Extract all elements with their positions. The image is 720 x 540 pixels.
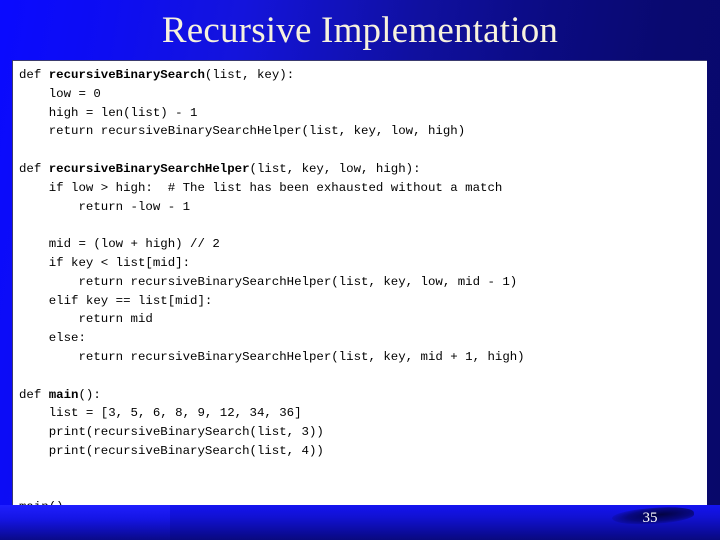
- code-line: print(recursiveBinarySearch(list, 4)): [19, 442, 707, 461]
- code-line: return -low - 1: [19, 198, 707, 217]
- code-text: def: [19, 161, 49, 176]
- code-text: print(recursiveBinarySearch(list, 4)): [19, 443, 324, 458]
- code-text: (list, key):: [204, 68, 295, 82]
- code-line: def recursiveBinarySearch(list, key):: [19, 66, 707, 85]
- code-line: return mid: [19, 310, 707, 329]
- code-text: (list, key, low, high):: [249, 161, 421, 176]
- code-line: if low > high: # The list has been exhau…: [19, 179, 707, 198]
- code-panel: def recursiveBinarySearch(list, key): lo…: [12, 60, 707, 506]
- code-text: ():: [78, 387, 101, 402]
- code-listing: def recursiveBinarySearch(list, key): lo…: [13, 61, 707, 506]
- code-text: return recursiveBinarySearchHelper(list,…: [19, 274, 518, 289]
- page-number: 35: [642, 510, 658, 526]
- code-text: else:: [19, 331, 86, 346]
- code-text: if low > high: # The list has been exhau…: [19, 180, 503, 195]
- code-text: return recursiveBinarySearchHelper(list,…: [19, 124, 466, 139]
- code-text: if key < list[mid]:: [19, 255, 191, 270]
- code-line: low = 0: [19, 85, 707, 104]
- code-line: mid = (low + high) // 2: [19, 235, 707, 254]
- code-line: list = [3, 5, 6, 8, 9, 12, 34, 36]: [19, 404, 707, 423]
- footer-band-left-accent: [0, 505, 170, 540]
- code-line: return recursiveBinarySearchHelper(list,…: [19, 122, 707, 141]
- code-text: elif key == list[mid]:: [19, 293, 213, 308]
- code-text: mid = (low + high) // 2: [19, 237, 220, 252]
- slide-canvas: Recursive Implementation def recursiveBi…: [0, 0, 720, 540]
- function-name: recursiveBinarySearchHelper: [48, 161, 250, 176]
- code-line: else:: [19, 329, 707, 348]
- code-text: print(recursiveBinarySearch(list, 3)): [19, 425, 324, 440]
- function-name: main: [48, 387, 79, 402]
- function-name: recursiveBinarySearch: [48, 68, 205, 82]
- code-text: high = len(list) - 1: [19, 105, 198, 120]
- code-text: return recursiveBinarySearchHelper(list,…: [19, 349, 525, 364]
- code-line: print(recursiveBinarySearch(list, 3)): [19, 423, 707, 442]
- code-text: list = [3, 5, 6, 8, 9, 12, 34, 36]: [19, 406, 302, 421]
- code-text: def: [19, 68, 49, 82]
- code-line: def main():: [19, 386, 707, 405]
- code-line: def recursiveBinarySearchHelper(list, ke…: [19, 160, 707, 179]
- code-line: return recursiveBinarySearchHelper(list,…: [19, 273, 707, 292]
- code-text: def: [19, 387, 49, 402]
- code-line: return recursiveBinarySearchHelper(list,…: [19, 348, 707, 367]
- code-line: if key < list[mid]:: [19, 254, 707, 273]
- code-text: return mid: [19, 312, 153, 327]
- code-line: elif key == list[mid]:: [19, 292, 707, 311]
- page-title: Recursive Implementation: [161, 10, 559, 51]
- code-line: high = len(list) - 1: [19, 104, 707, 123]
- code-text: return -low - 1: [19, 199, 191, 214]
- code-text: low = 0: [19, 86, 101, 101]
